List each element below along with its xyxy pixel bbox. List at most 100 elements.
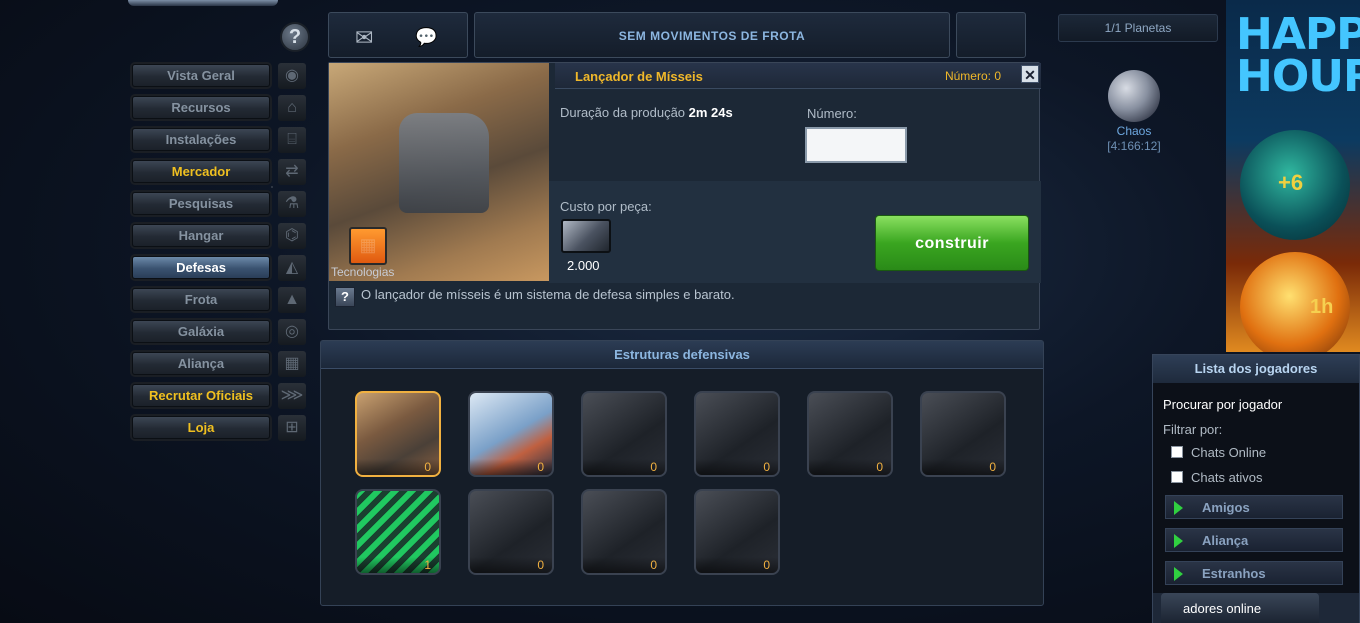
chats-active-label: Chats ativos — [1191, 470, 1263, 485]
group-strangers[interactable]: Estranhos — [1165, 561, 1343, 585]
detail-count: Número: 0 — [944, 69, 1001, 83]
shipyard-icon[interactable]: ⌬ — [278, 223, 306, 249]
menu-button[interactable]: Recursos — [132, 96, 270, 119]
defense-structure-tile[interactable]: 0 — [920, 391, 1006, 477]
message-toolbar: ✉ 💬 — [328, 12, 468, 58]
defense-structure-tile[interactable]: 0 — [581, 489, 667, 575]
cost-value: 2.000 — [567, 258, 600, 273]
number-label: Número: — [807, 106, 857, 121]
defense-count: 0 — [922, 459, 1004, 475]
metal-resource-icon — [561, 219, 611, 253]
expand-arrow-icon — [1174, 567, 1183, 581]
duration-value: 2m 24s — [688, 105, 733, 120]
shop-icon[interactable]: ⊞ — [278, 415, 306, 441]
topbar-end-slot — [956, 12, 1026, 58]
online-players-label[interactable]: adores online — [1183, 601, 1261, 616]
menu-item-loja[interactable]: Loja ⊞ — [128, 412, 313, 444]
menu-button[interactable]: Pesquisas — [132, 192, 270, 215]
filter-label: Filtrar por: — [1163, 422, 1223, 437]
time-boost-label: 1h — [1310, 296, 1334, 318]
menu-item-defesas[interactable]: Defesas ◭ — [128, 252, 313, 284]
defense-description: O lançador de mísseis é um sistema de de… — [361, 287, 735, 302]
player-list-title: Lista dos jogadores — [1153, 355, 1359, 383]
checkbox[interactable] — [1171, 446, 1183, 458]
expand-arrow-icon — [1174, 534, 1183, 548]
chats-active-filter[interactable]: Chats ativos — [1171, 470, 1263, 485]
menu-item-pesquisas[interactable]: Pesquisas ⚗ — [128, 188, 313, 220]
resources-icon[interactable]: ⌂ — [278, 95, 306, 121]
menu-item-hangar[interactable]: Hangar ⌬ — [128, 220, 313, 252]
menu-item-instalações[interactable]: Instalações ⌸ — [128, 124, 313, 156]
galaxy-icon[interactable]: ◎ — [278, 319, 306, 345]
detail-title: Lançador de Mísseis — [575, 69, 703, 84]
defense-structure-tile[interactable]: 0 — [468, 489, 554, 575]
group-alliance[interactable]: Aliança — [1165, 528, 1343, 552]
research-icon[interactable]: ⚗ — [278, 191, 306, 217]
defense-icon[interactable]: ◭ — [278, 255, 306, 281]
technology-label[interactable]: Tecnologias — [331, 265, 394, 279]
defense-count: 0 — [583, 459, 665, 475]
menu-item-vista-geral[interactable]: Vista Geral ◉ — [128, 60, 313, 92]
defense-structure-tile[interactable]: 0 — [694, 489, 780, 575]
defense-structure-tile[interactable]: 1 — [355, 489, 441, 575]
menu-item-galáxia[interactable]: Galáxia ◎ — [128, 316, 313, 348]
menu-button[interactable]: Instalações — [132, 128, 270, 151]
defense-structure-tile[interactable]: 0 — [355, 391, 441, 477]
technology-tree-icon[interactable]: ▦ — [349, 227, 387, 265]
officers-icon[interactable]: ⋙ — [278, 383, 306, 409]
info-help-icon[interactable]: ? — [335, 287, 355, 307]
happy-hour-banner[interactable]: HAPPY HOUR +6 1h — [1226, 0, 1360, 352]
defense-structures-panel: Estruturas defensivas 0 0 0 0 0 0 1 0 0 0 — [320, 340, 1044, 606]
build-button[interactable]: construir — [875, 215, 1029, 271]
menu-button[interactable]: Loja — [132, 416, 270, 439]
chat-bubble-icon[interactable]: 💬 — [415, 27, 437, 48]
menu-item-mercador[interactable]: Mercador ⇄ — [128, 156, 313, 188]
planet-name[interactable]: Chaos — [1080, 124, 1188, 138]
defense-structure-tile[interactable]: 0 — [468, 391, 554, 477]
defense-count: 0 — [696, 557, 778, 573]
fleet-icon[interactable]: ▲ — [278, 287, 306, 313]
planet-icon[interactable] — [1108, 70, 1160, 122]
envelope-icon[interactable]: ✉ — [355, 25, 373, 51]
boost-orb-icon: +6 — [1240, 130, 1350, 240]
menu-button[interactable]: Galáxia — [132, 320, 270, 343]
defense-structure-tile[interactable]: 0 — [581, 391, 667, 477]
merchant-icon[interactable]: ⇄ — [278, 159, 306, 185]
overview-icon[interactable]: ◉ — [278, 63, 306, 89]
close-icon[interactable]: ✕ — [1021, 65, 1039, 83]
help-button[interactable]: ? — [280, 22, 310, 52]
chats-online-filter[interactable]: Chats Online — [1171, 445, 1266, 460]
menu-button[interactable]: Hangar — [132, 224, 270, 247]
defense-structure-tile[interactable]: 0 — [694, 391, 780, 477]
facilities-icon[interactable]: ⌸ — [278, 127, 306, 153]
alliance-icon[interactable]: ▦ — [278, 351, 306, 377]
defense-structure-tile[interactable]: 0 — [807, 391, 893, 477]
boost-label: +6 — [1278, 170, 1304, 195]
menu-item-frota[interactable]: Frota ▲ — [128, 284, 313, 316]
banner-title: HAPPY HOUR — [1236, 9, 1360, 102]
time-boost-orb-icon: 1h — [1240, 252, 1350, 352]
menu-button[interactable]: Frota — [132, 288, 270, 311]
menu-button[interactable]: Mercador — [132, 160, 270, 183]
menu-button[interactable]: Defesas — [132, 256, 270, 279]
checkbox[interactable] — [1171, 471, 1183, 483]
defense-count: 0 — [470, 557, 552, 573]
menu-button[interactable]: Vista Geral — [132, 64, 270, 87]
player-search-link[interactable]: Procurar por jogador — [1163, 397, 1282, 412]
main-menu: Vista Geral ◉ Recursos ⌂ Instalações ⌸ Mercado… — [128, 60, 313, 444]
number-input[interactable] — [805, 127, 907, 163]
fleet-status[interactable]: SEM MOVIMENTOS DE FROTA — [474, 12, 950, 58]
menu-item-recrutar-oficiais[interactable]: Recrutar Oficiais ⋙ — [128, 380, 313, 412]
top-bar: ✉ 💬 SEM MOVIMENTOS DE FROTA — [328, 12, 1028, 58]
mech-silhouette — [399, 113, 489, 213]
menu-button[interactable]: Recrutar Oficiais — [132, 384, 270, 407]
duration-label: Duração da produção — [560, 105, 686, 120]
defense-count: 1 — [357, 557, 439, 573]
menu-item-aliança[interactable]: Aliança ▦ — [128, 348, 313, 380]
menu-button[interactable]: Aliança — [132, 352, 270, 375]
game-logo — [128, 0, 278, 6]
production-duration: Duração da produção 2m 24s — [560, 105, 733, 120]
group-friends[interactable]: Amigos — [1165, 495, 1343, 519]
menu-item-recursos[interactable]: Recursos ⌂ — [128, 92, 313, 124]
defense-count: 0 — [357, 459, 439, 475]
